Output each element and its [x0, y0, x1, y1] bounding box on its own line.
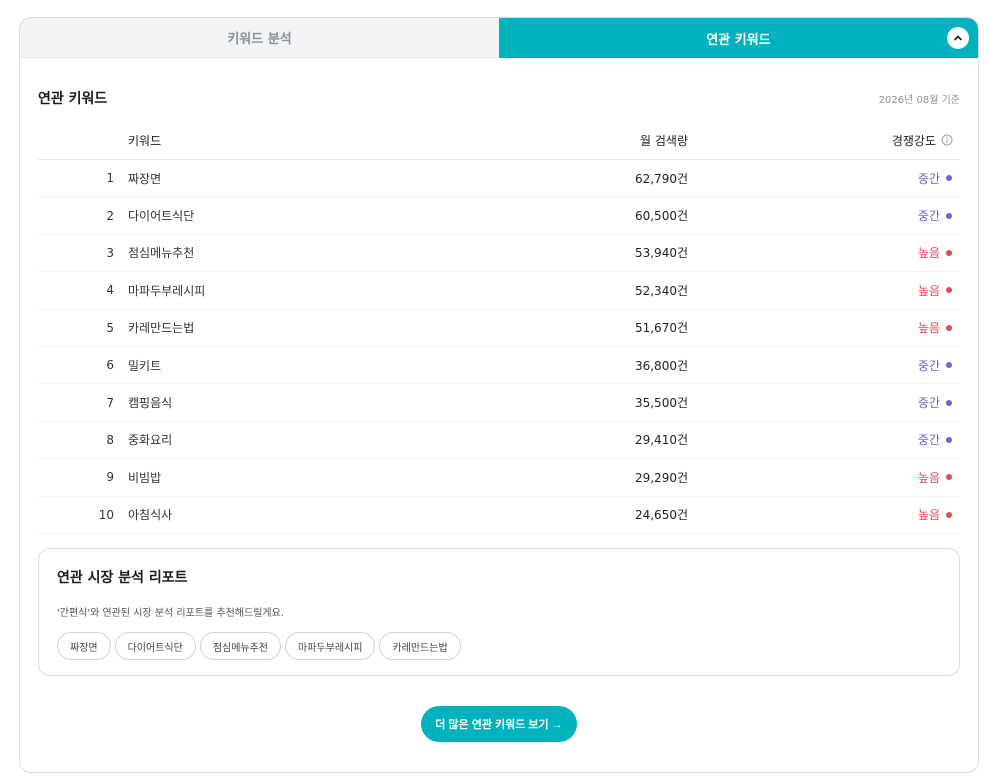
competition-dot [946, 324, 952, 331]
competition-label: 중간 [917, 396, 940, 411]
row-rank: 5 [106, 320, 114, 335]
keyword-table: 키워드 월 검색량 경쟁강도 1 짜장면 62,790건 중간 2 다이어트식단 60,50… [38, 121, 960, 534]
competition-label: 중간 [917, 171, 940, 186]
tab-label: 키워드 분석 [227, 32, 292, 47]
row-keyword[interactable]: 짜장면 [126, 170, 488, 187]
row-rank: 6 [106, 358, 114, 373]
row-competition: 높음 [688, 244, 960, 261]
keyword-header: 키워드 [128, 133, 162, 148]
volume-header: 월 검색량 [640, 133, 688, 148]
competition-label: 중간 [917, 358, 940, 373]
row-rank: 3 [106, 245, 114, 260]
competition-dot [946, 212, 952, 219]
tab-label: 연관 키워드 [706, 32, 771, 48]
tab-related-keywords[interactable]: 연관 키워드 [499, 18, 978, 58]
row-competition: 중간 [688, 170, 960, 187]
table-row[interactable]: 3 점심메뉴추천 53,940건 높음 [38, 235, 960, 273]
row-keyword[interactable]: 비빔밥 [126, 469, 488, 486]
row-keyword[interactable]: 다이어트식단 [126, 207, 488, 224]
tab-keyword-analysis[interactable]: 키워드 분석 [20, 18, 499, 58]
row-volume: 62,790건 [634, 171, 688, 186]
report-chips: 짜장면 다이어트식단 점심메뉴추천 마파두부레시피 카레만드는법 [57, 632, 941, 660]
row-keyword[interactable]: 캠핑음식 [126, 394, 488, 411]
report-title: 연관 시장 분석 리포트 [57, 570, 188, 586]
competition-header-label: 경쟁강도 [891, 133, 936, 148]
row-rank: 10 [98, 507, 114, 522]
table-row[interactable]: 1 짜장면 62,790건 중간 [38, 160, 960, 198]
row-keyword[interactable]: 중화요리 [126, 431, 488, 448]
competition-dot [946, 399, 952, 406]
tab-bar: 키워드 분석 연관 키워드 [20, 18, 978, 58]
table-row[interactable]: 5 카레만드는법 51,670건 높음 [38, 310, 960, 347]
row-volume: 35,500건 [634, 396, 688, 411]
row-competition: 중간 [688, 431, 960, 448]
row-rank: 1 [106, 171, 114, 186]
table-row[interactable]: 9 비빔밥 29,290건 높음 [38, 459, 960, 497]
row-keyword[interactable]: 점심메뉴추천 [126, 244, 488, 261]
row-rank: 7 [106, 395, 114, 410]
competition-dot [946, 511, 952, 518]
report-chip[interactable]: 다이어트식단 [114, 632, 196, 660]
competition-dot [946, 175, 952, 182]
section-title: 연관 키워드 [38, 91, 108, 107]
section-header: 연관 키워드 2026년 08월 기준 [38, 88, 960, 108]
competition-header: 경쟁강도 [688, 132, 960, 149]
competition-label: 중간 [917, 209, 940, 224]
competition-label: 높음 [917, 246, 940, 261]
competition-label: 중간 [917, 433, 940, 448]
report-chip[interactable]: 짜장면 [57, 632, 111, 660]
row-keyword[interactable]: 카레만드는법 [126, 319, 488, 336]
competition-dot [946, 436, 952, 443]
table-row[interactable]: 2 다이어트식단 60,500건 중간 [38, 197, 960, 235]
row-competition: 높음 [688, 469, 960, 486]
collapse-button[interactable] [947, 27, 969, 49]
more-keywords-button[interactable]: 더 많은 연관 키워드 보기 → [421, 706, 577, 742]
competition-dot [946, 287, 952, 294]
row-volume: 29,410건 [634, 433, 688, 448]
report-description: '간편식'와 연관된 시장 분석 리포트를 추천해드릴게요. [57, 608, 284, 619]
info-icon[interactable] [941, 134, 953, 146]
row-keyword[interactable]: 아침식사 [126, 506, 488, 523]
report-chip[interactable]: 카레만드는법 [379, 632, 461, 660]
table-header: 키워드 월 검색량 경쟁강도 [38, 121, 960, 160]
table-row[interactable]: 8 중화요리 29,410건 중간 [38, 422, 960, 460]
report-chip[interactable]: 마파두부레시피 [285, 632, 376, 660]
competition-dot [946, 249, 952, 256]
row-competition: 중간 [688, 207, 960, 224]
table-body: 1 짜장면 62,790건 중간 2 다이어트식단 60,500건 중간 3 점심메뉴추천 53,9… [38, 160, 960, 534]
row-rank: 9 [106, 470, 114, 485]
row-volume: 52,340건 [634, 283, 688, 298]
row-volume: 53,940건 [634, 246, 688, 261]
row-volume: 29,290건 [634, 470, 688, 485]
row-keyword[interactable]: 마파두부레시피 [126, 282, 488, 299]
row-rank: 4 [106, 283, 114, 298]
table-row[interactable]: 6 밀키트 36,800건 중간 [38, 347, 960, 385]
keyword-card: 키워드 분석 연관 키워드 연관 키워드 2026년 08월 기준 키워드 월 … [19, 17, 979, 773]
row-competition: 중간 [688, 357, 960, 374]
row-competition: 중간 [688, 394, 960, 411]
competition-dot [946, 474, 952, 481]
table-row[interactable]: 4 마파두부레시피 52,340건 높음 [38, 272, 960, 310]
chevron-up-icon [954, 35, 962, 41]
table-row[interactable]: 10 아침식사 24,650건 높음 [38, 497, 960, 534]
table-row[interactable]: 7 캠핑음식 35,500건 중간 [38, 384, 960, 422]
row-volume: 51,670건 [634, 321, 688, 336]
row-keyword[interactable]: 밀키트 [126, 357, 488, 374]
as-of-date: 2026년 08월 기준 [878, 94, 960, 106]
report-chip[interactable]: 점심메뉴추천 [199, 632, 282, 660]
competition-label: 높음 [917, 321, 940, 336]
row-competition: 높음 [688, 319, 960, 336]
competition-dot [946, 362, 952, 369]
row-competition: 높음 [688, 282, 960, 299]
competition-label: 높음 [917, 283, 940, 298]
market-report-box: 연관 시장 분석 리포트 '간편식'와 연관된 시장 분석 리포트를 추천해드릴… [38, 548, 960, 676]
competition-label: 높음 [917, 508, 940, 523]
row-volume: 36,800건 [634, 358, 688, 373]
row-rank: 8 [106, 432, 114, 447]
row-competition: 높음 [688, 506, 960, 523]
row-volume: 60,500건 [634, 209, 688, 224]
row-volume: 24,650건 [634, 508, 688, 523]
row-rank: 2 [106, 208, 114, 223]
competition-label: 높음 [917, 470, 940, 485]
